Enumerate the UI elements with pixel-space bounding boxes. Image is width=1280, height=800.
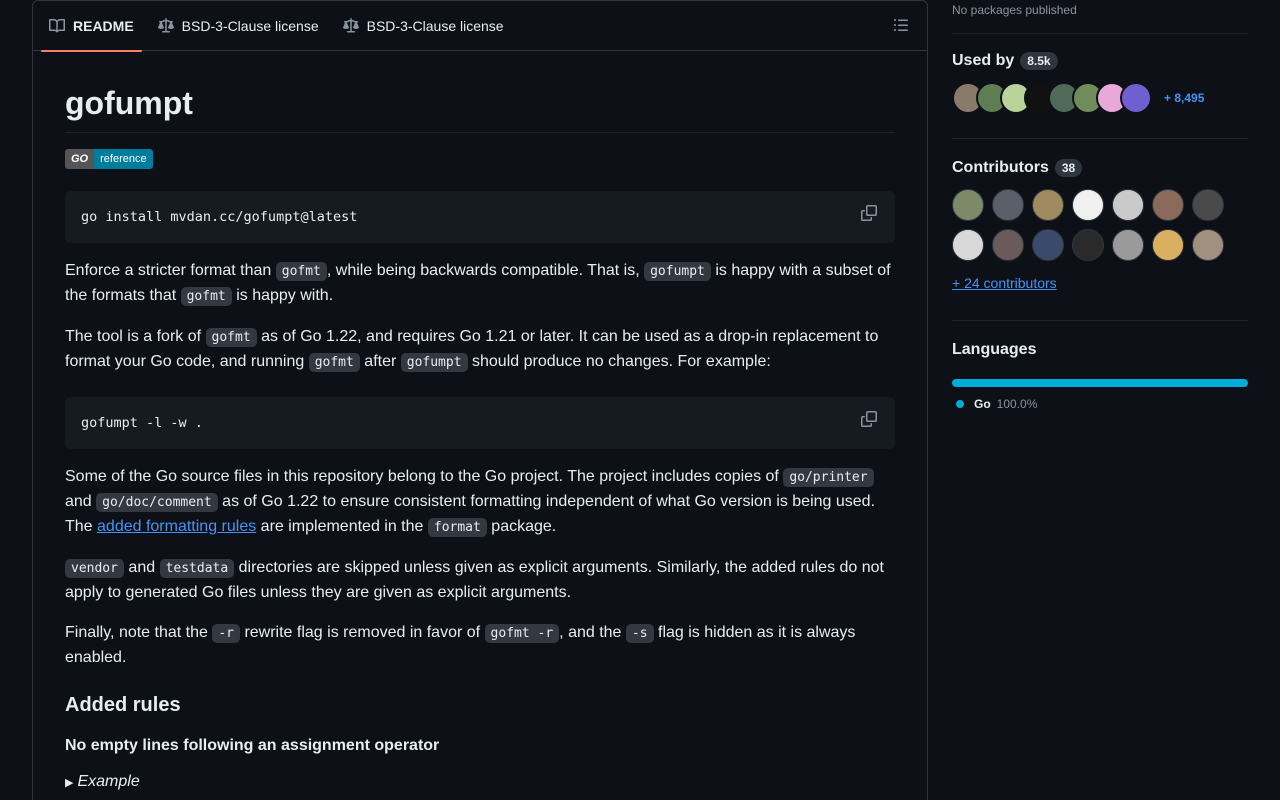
- code-text: gofumpt -l -w .: [81, 415, 203, 431]
- inline-code: gofmt: [205, 328, 257, 347]
- badge-right: reference: [94, 149, 153, 169]
- install-code-block: go install mvdan.cc/gofumpt@latest: [65, 191, 895, 243]
- used-by-more-link[interactable]: + 8,495: [1164, 91, 1204, 105]
- avatar[interactable]: [1152, 189, 1184, 221]
- language-go[interactable]: Go 100.0%: [952, 397, 1248, 411]
- avatar[interactable]: [992, 229, 1024, 261]
- used-by-section: Used by 8.5k + 8,495: [952, 34, 1248, 139]
- inline-code: gofumpt: [400, 353, 468, 372]
- packages-section: No packages published: [952, 0, 1248, 34]
- contributors-avatars: [952, 189, 1248, 261]
- paragraph-vendor: vendor and testdata directories are skip…: [65, 559, 884, 601]
- avatar[interactable]: [1072, 189, 1104, 221]
- packages-text: No packages published: [952, 3, 1077, 17]
- outline-button[interactable]: [893, 17, 911, 35]
- inline-code: go/doc/comment: [96, 493, 218, 512]
- tab-label: BSD-3-Clause license: [366, 18, 504, 34]
- used-by-count: 8.5k: [1020, 52, 1058, 70]
- avatar[interactable]: [1032, 229, 1064, 261]
- code-text: go install mvdan.cc/gofumpt@latest: [81, 209, 358, 225]
- avatar[interactable]: [1032, 189, 1064, 221]
- paragraph-intro: Enforce a stricter format than gofmt, wh…: [65, 262, 891, 306]
- copy-icon: [861, 411, 877, 427]
- avatar[interactable]: [952, 189, 984, 221]
- tab-label: README: [73, 18, 134, 34]
- readme-title: gofumpt: [65, 85, 895, 133]
- inline-code: gofmt: [180, 287, 232, 306]
- inline-code: gofmt: [275, 262, 327, 281]
- section-heading: Added rules: [65, 694, 181, 716]
- tab-license-2[interactable]: BSD-3-Clause license: [335, 1, 512, 51]
- law-icon: [342, 18, 359, 33]
- avatar[interactable]: [952, 229, 984, 261]
- tab-readme[interactable]: README: [41, 1, 142, 52]
- details-summary: Example: [77, 773, 140, 790]
- book-icon: [49, 18, 65, 33]
- triangle-right-icon: ▶: [65, 776, 74, 789]
- inline-code: format: [427, 518, 487, 537]
- contributors-heading[interactable]: Contributors 38: [952, 159, 1248, 177]
- go-reference-badge[interactable]: GO reference: [65, 149, 153, 169]
- example-details-toggle[interactable]: ▶ Example: [65, 773, 895, 791]
- language-name: Go: [974, 397, 991, 411]
- readme-tabs: README BSD-3-Clause license BSD-3-Clause…: [33, 1, 927, 52]
- inline-code: gofmt -r: [484, 624, 560, 643]
- list-unordered-icon: [894, 19, 908, 31]
- inline-code: -r: [212, 624, 240, 643]
- readme-panel: README BSD-3-Clause license BSD-3-Clause…: [32, 0, 928, 800]
- avatar[interactable]: [1120, 82, 1152, 114]
- badge-left: GO: [65, 149, 95, 169]
- paragraph-source: Some of the Go source files in this repo…: [65, 468, 876, 537]
- avatar[interactable]: [1152, 229, 1184, 261]
- language-percent: 100.0%: [996, 397, 1038, 411]
- law-icon: [157, 18, 174, 33]
- used-by-avatars: + 8,495: [952, 82, 1248, 114]
- inline-code: gofmt: [308, 353, 360, 372]
- added-formatting-rules-link[interactable]: added formatting rules: [97, 518, 256, 535]
- inline-code: gofumpt: [644, 262, 711, 281]
- avatar[interactable]: [1192, 189, 1224, 221]
- avatar[interactable]: [1112, 189, 1144, 221]
- paragraph-fork: The tool is a fork of gofmt as of Go 1.2…: [65, 328, 879, 372]
- readme-content: gofumpt GO reference go install mvdan.cc…: [65, 51, 895, 791]
- inline-code: -s: [625, 624, 654, 643]
- copy-button[interactable]: [861, 411, 879, 429]
- language-color-dot: [956, 400, 964, 408]
- languages-heading: Languages: [952, 341, 1037, 358]
- tab-license-1[interactable]: BSD-3-Clause license: [150, 1, 327, 51]
- paragraph-flags: Finally, note that the -r rewrite flag i…: [65, 624, 856, 666]
- contributors-section: Contributors 38 + 24 contributors: [952, 139, 1248, 321]
- inline-code: testdata: [159, 559, 235, 578]
- more-contributors-link[interactable]: + 24 contributors: [952, 275, 1057, 291]
- avatar[interactable]: [1072, 229, 1104, 261]
- tab-label: BSD-3-Clause license: [181, 18, 319, 34]
- used-by-heading[interactable]: Used by 8.5k: [952, 52, 1248, 70]
- avatar[interactable]: [992, 189, 1024, 221]
- languages-section: Languages Go 100.0%: [952, 321, 1248, 411]
- repo-sidebar: No packages published Used by 8.5k + 8,4…: [952, 0, 1248, 411]
- rule-heading: No empty lines following an assignment o…: [65, 737, 440, 754]
- copy-icon: [861, 205, 877, 221]
- copy-button[interactable]: [861, 205, 879, 223]
- language-bar: [952, 379, 1248, 387]
- inline-code: vendor: [65, 559, 124, 578]
- avatar[interactable]: [1192, 229, 1224, 261]
- example-code-block: gofumpt -l -w .: [65, 397, 895, 449]
- contributors-count: 38: [1054, 159, 1083, 177]
- inline-code: go/printer: [783, 468, 874, 487]
- avatar[interactable]: [1112, 229, 1144, 261]
